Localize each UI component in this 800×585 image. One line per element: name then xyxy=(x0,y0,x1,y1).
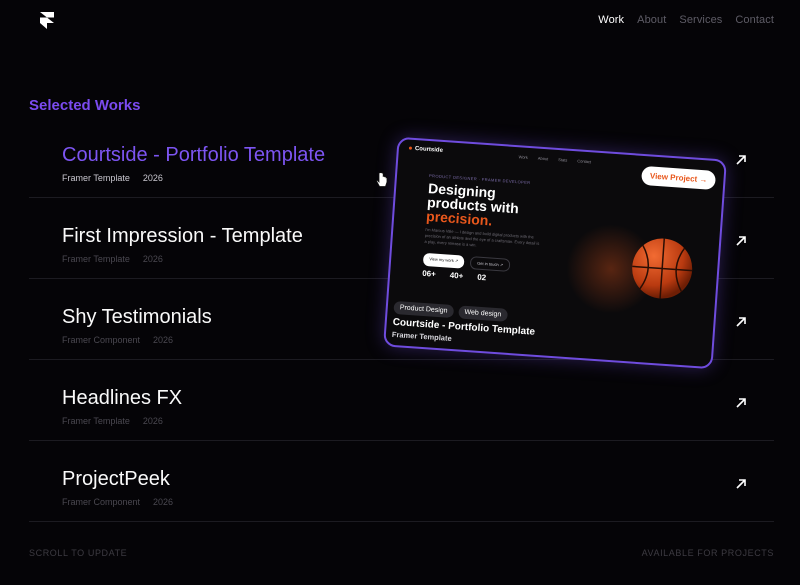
project-meta: Framer Template 2026 xyxy=(62,416,163,426)
project-title[interactable]: ProjectPeek xyxy=(62,468,170,491)
view-project-button[interactable]: View Project → xyxy=(641,165,717,190)
project-preview-card[interactable]: Courtside Work About Stats Contact View … xyxy=(383,136,727,370)
preview-stat: 40+ xyxy=(449,270,464,281)
nav-services[interactable]: Services xyxy=(679,14,722,26)
nav-work[interactable]: Work xyxy=(598,14,624,26)
availability-status: AVAILABLE FOR PROJECTS xyxy=(641,548,774,558)
arrow-up-right-icon[interactable] xyxy=(735,397,747,409)
framer-logo-icon[interactable] xyxy=(40,12,54,29)
project-meta: Framer Template 2026 xyxy=(62,254,163,264)
project-type: Framer Template xyxy=(62,254,130,264)
preview-nav-link: About xyxy=(537,155,549,162)
scroll-hint: SCROLL TO UPDATE xyxy=(29,548,128,558)
project-title[interactable]: Headlines FX xyxy=(62,387,182,410)
project-title[interactable]: First Impression - Template xyxy=(62,225,303,248)
basketball-icon xyxy=(632,238,693,299)
preview-nav-link: Stats xyxy=(558,157,568,163)
project-type: Framer Template xyxy=(62,416,130,426)
top-nav: Work About Services Contact xyxy=(585,14,774,26)
preview-brand: Courtside xyxy=(409,146,443,154)
project-year: 2026 xyxy=(142,173,163,183)
preview-nav-links: Work About Stats Contact xyxy=(518,154,591,164)
preview-body: I'm Marcus Vale — I design and build dig… xyxy=(424,226,540,248)
arrow-up-right-icon[interactable] xyxy=(735,316,747,328)
preview-nav-link: Contact xyxy=(577,158,592,165)
project-title[interactable]: Courtside - Portfolio Template xyxy=(62,144,325,167)
project-meta: Framer Template 2026 xyxy=(62,173,163,183)
preview-tag: Web design xyxy=(458,305,508,322)
project-type: Framer Template xyxy=(62,173,130,183)
project-year: 2026 xyxy=(142,416,163,426)
preview-subtitle: Framer Template xyxy=(391,329,452,343)
project-year: 2026 xyxy=(153,497,174,507)
arrow-up-right-icon[interactable] xyxy=(735,235,747,247)
project-year: 2026 xyxy=(142,254,163,264)
project-type: Framer Component xyxy=(62,497,141,507)
project-title[interactable]: Shy Testimonials xyxy=(62,306,212,329)
section-title: Selected Works xyxy=(29,97,141,114)
nav-contact[interactable]: Contact xyxy=(735,14,774,26)
project-meta: Framer Component 2026 xyxy=(62,335,173,345)
nav-about[interactable]: About xyxy=(637,14,666,26)
project-year: 2026 xyxy=(153,335,174,345)
preview-stat: 06+ xyxy=(421,268,437,279)
project-type: Framer Component xyxy=(62,335,141,345)
project-row-headlines-fx[interactable]: Headlines FX Framer Template 2026 xyxy=(29,360,774,441)
project-row-projectpeek[interactable]: ProjectPeek Framer Component 2026 xyxy=(29,441,774,522)
arrow-up-right-icon[interactable] xyxy=(735,478,747,490)
preview-nav-link: Work xyxy=(518,154,529,160)
preview-stat: 02 xyxy=(476,272,487,283)
hand-cursor-icon xyxy=(376,172,388,187)
preview-tag: Product Design xyxy=(393,300,454,319)
arrow-up-right-icon[interactable] xyxy=(735,154,747,166)
project-meta: Framer Component 2026 xyxy=(62,497,173,507)
preview-primary-button: View my work ↗ xyxy=(422,252,465,269)
preview-secondary-button: Get in touch ↗ xyxy=(469,256,511,272)
preview-stats: 06+ 40+ 02 xyxy=(422,269,487,282)
